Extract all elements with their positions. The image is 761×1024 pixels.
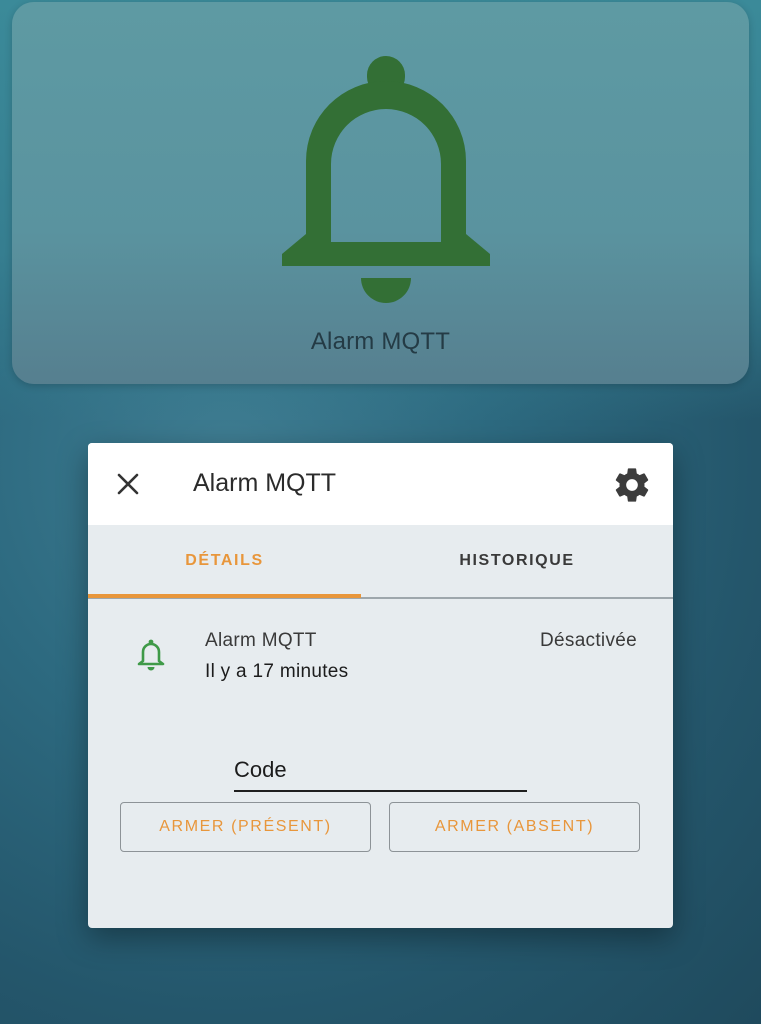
- tab-details[interactable]: DÉTAILS: [88, 525, 361, 597]
- arm-away-button[interactable]: ARMER (ABSENT): [389, 802, 640, 852]
- dialog-title: Alarm MQTT: [193, 469, 337, 497]
- bell-outline-icon: [137, 639, 165, 671]
- tab-bar: DÉTAILS HISTORIQUE: [88, 525, 673, 599]
- close-icon[interactable]: [110, 466, 146, 502]
- arm-home-button[interactable]: ARMER (PRÉSENT): [120, 802, 371, 852]
- bell-icon: [282, 56, 490, 303]
- alarm-tile-card[interactable]: Alarm MQTT: [12, 2, 749, 384]
- active-tab-indicator: [88, 594, 361, 598]
- entity-state: Désactivée: [540, 630, 637, 651]
- tile-label: Alarm MQTT: [310, 328, 451, 355]
- more-info-dialog: Alarm MQTT DÉTAILS HISTORIQUE Alarm MQTT…: [88, 443, 673, 928]
- tab-history[interactable]: HISTORIQUE: [361, 525, 673, 597]
- entity-last-changed: Il y a 17 minutes: [205, 661, 349, 682]
- gear-icon[interactable]: [612, 465, 652, 505]
- code-input[interactable]: [234, 750, 527, 792]
- dialog-header: Alarm MQTT: [88, 443, 673, 525]
- entity-name: Alarm MQTT: [205, 630, 317, 651]
